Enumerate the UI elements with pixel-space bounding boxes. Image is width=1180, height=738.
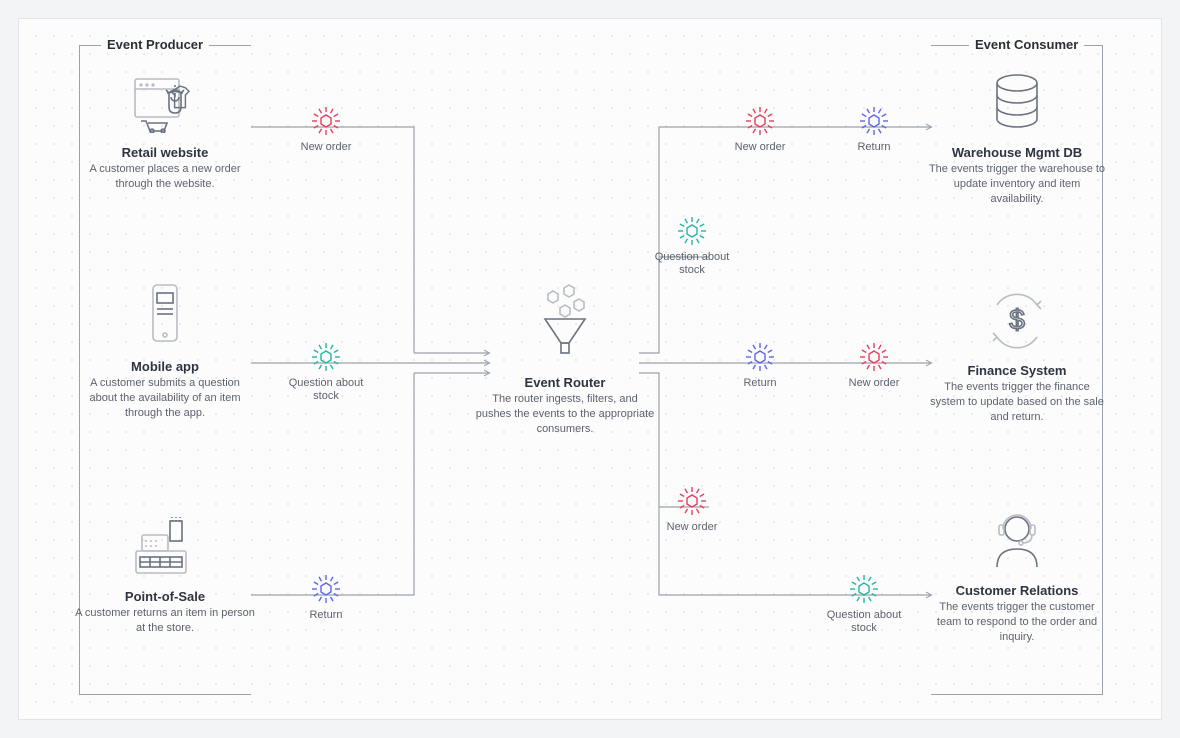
producer-retail-desc: A customer places a new order through th… <box>75 162 255 192</box>
consumer-cr: Customer Relations The events trigger th… <box>927 505 1107 645</box>
burst-icon <box>676 485 708 517</box>
burst-icon <box>676 215 708 247</box>
consumer-cr-title: Customer Relations <box>927 583 1107 598</box>
consumer-group-label: Event Consumer <box>969 37 1084 52</box>
producer-retail-title: Retail website <box>75 145 255 160</box>
consumer-finance-desc: The events trigger the finance system to… <box>927 380 1107 425</box>
mobile-app-icon <box>75 281 255 353</box>
producer-mobile-desc: A customer submits a question about the … <box>75 376 255 421</box>
producer-pos-desc: A customer returns an item in person at … <box>75 606 255 636</box>
producer-group-label: Event Producer <box>101 37 209 52</box>
event-label: New order <box>849 377 900 389</box>
event-question-cr: Question about stock <box>819 573 909 636</box>
event-label: New order <box>735 141 786 153</box>
event-return-w: Return <box>829 105 919 154</box>
consumer-finance: $ Finance System The events trigger the … <box>927 285 1107 425</box>
event-new-order-w: New order <box>715 105 805 154</box>
retail-website-icon <box>75 67 255 139</box>
event-label: Question about stock <box>827 609 902 634</box>
producer-mobile: Mobile app A customer submits a question… <box>75 281 255 421</box>
finance-icon: $ <box>927 285 1107 357</box>
event-new-order-f: New order <box>829 341 919 390</box>
event-label: Return <box>309 609 342 621</box>
event-question-w: Question about stock <box>647 215 737 278</box>
headset-person-icon <box>927 505 1107 577</box>
producer-pos: Point-of-Sale A customer returns an item… <box>75 511 255 636</box>
event-return-f: Return <box>715 341 805 390</box>
consumer-warehouse-desc: The events trigger the warehouse to upda… <box>927 162 1107 207</box>
svg-text:$: $ <box>1009 304 1025 335</box>
point-of-sale-icon <box>75 511 255 583</box>
burst-icon <box>744 105 776 137</box>
event-question-p: Question about stock <box>281 341 371 404</box>
event-router-icon <box>475 283 655 369</box>
database-icon <box>927 67 1107 139</box>
event-label: Return <box>743 377 776 389</box>
event-router-title: Event Router <box>475 375 655 390</box>
producer-retail: Retail website A customer places a new o… <box>75 67 255 192</box>
event-router: Event Router The router ingests, filters… <box>475 283 655 437</box>
event-label: Question about stock <box>289 377 364 402</box>
event-label: New order <box>667 521 718 533</box>
event-label: Return <box>857 141 890 153</box>
burst-icon <box>744 341 776 373</box>
burst-icon <box>858 341 890 373</box>
burst-icon <box>310 341 342 373</box>
burst-icon <box>310 573 342 605</box>
event-router-desc: The router ingests, filters, and pushes … <box>475 392 655 437</box>
consumer-warehouse: Warehouse Mgmt DB The events trigger the… <box>927 67 1107 207</box>
event-return-p: Return <box>281 573 371 622</box>
event-label: New order <box>301 141 352 153</box>
consumer-warehouse-title: Warehouse Mgmt DB <box>927 145 1107 160</box>
burst-icon <box>858 105 890 137</box>
burst-icon <box>310 105 342 137</box>
consumer-cr-desc: The events trigger the customer team to … <box>927 600 1107 645</box>
event-new-order-p: New order <box>281 105 371 154</box>
burst-icon <box>848 573 880 605</box>
diagram-canvas: Event Producer Event Consumer <box>18 18 1162 720</box>
consumer-finance-title: Finance System <box>927 363 1107 378</box>
event-new-order-cr: New order <box>647 485 737 534</box>
producer-mobile-title: Mobile app <box>75 359 255 374</box>
event-label: Question about stock <box>655 251 730 276</box>
producer-pos-title: Point-of-Sale <box>75 589 255 604</box>
